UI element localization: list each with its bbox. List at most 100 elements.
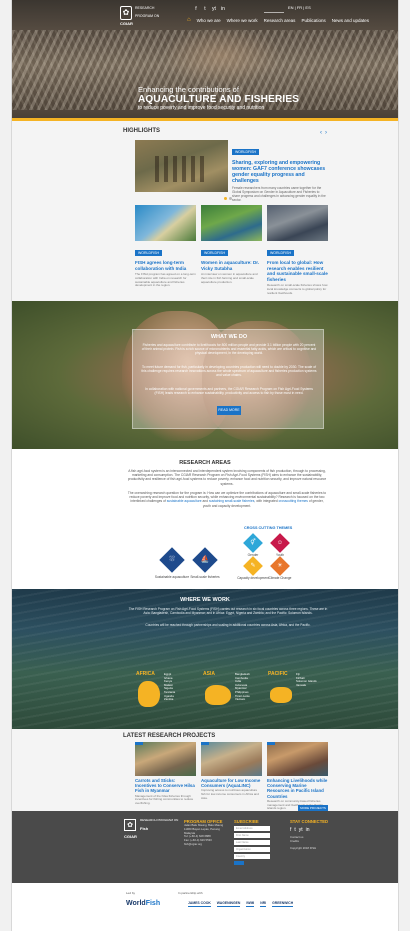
country-list: Egypt Ghana Kenya Malawi Nigeria Tanzani… <box>164 672 198 702</box>
program-office: PROGRAM OFFICE Jalan Batu Maung, Batu Ma… <box>184 819 223 847</box>
africa-map-icon <box>138 681 160 707</box>
small-scale-fisheries-button[interactable]: ⛵ <box>192 547 218 573</box>
highlight-main-excerpt: Female researchers from many countries c… <box>232 186 326 202</box>
sustainable-aquaculture-button[interactable]: ⛆ <box>159 547 185 573</box>
logo-cgiar: CGIAR <box>120 21 133 26</box>
fish-farm-icon: ⛆ <box>169 556 175 563</box>
carousel-dot[interactable] <box>224 197 227 200</box>
carousel-dots <box>224 197 232 200</box>
footer-logo[interactable]: ✿ RESEARCH PROGRAM ON Fish CGIAR <box>124 818 178 839</box>
youtube-icon[interactable]: yt <box>211 6 217 12</box>
country-select[interactable]: Country <box>234 854 270 859</box>
where-we-work-section: WHERE WE WORK The FISH Research Program … <box>12 589 398 729</box>
region-africa[interactable]: AFRICA Egypt Ghana Kenya Malawi Nigeria … <box>136 671 198 715</box>
project-card-title[interactable]: Carrots and Sticks: Incentives to Conser… <box>135 778 196 794</box>
home-icon[interactable]: ⌂ <box>187 17 191 23</box>
gender-icon: ⚥ <box>250 540 256 546</box>
highlight-card-tag: WORLDFISH <box>135 250 162 256</box>
climate-icon: ☀ <box>277 563 283 569</box>
highlight-card[interactable]: WORLDFISH Women in aquaculture: Dr. Vick… <box>201 205 262 295</box>
region-asia[interactable]: ASIA Bangladesh Cambodia India Indonesia… <box>203 671 265 715</box>
right-gutter <box>398 0 410 931</box>
organization-field[interactable]: Organization <box>234 847 270 852</box>
site-logo[interactable]: ✿ RESEARCH PROGRAM ON CGIAR <box>120 6 168 26</box>
partner-logo[interactable]: GREENWICH <box>272 901 294 907</box>
partner-logo[interactable]: NRI <box>260 901 267 907</box>
credits-link[interactable]: Credits <box>290 839 328 844</box>
project-card-image[interactable] <box>201 742 262 776</box>
project-card[interactable]: Enhancing Livelihoods while Conserving M… <box>267 742 328 811</box>
last-name-field[interactable]: Last Name <box>234 840 270 845</box>
footer: ✿ RESEARCH PROGRAM ON Fish CGIAR PROGRAM… <box>12 811 398 883</box>
linkedin-icon[interactable]: in <box>306 827 310 833</box>
what-we-do-box: WHAT WE DO Fisheries and aquaculture con… <box>132 329 324 429</box>
carousel-dot[interactable] <box>229 197 232 200</box>
theme-capacity-button[interactable]: ✎ <box>243 556 263 576</box>
twitter-icon[interactable]: t <box>294 827 295 833</box>
highlight-card-image[interactable] <box>267 205 328 241</box>
cgiar-logo-icon: ✿ <box>124 819 136 831</box>
highlight-main-title[interactable]: Sharing, exploring and empowering women:… <box>232 160 328 184</box>
project-card-title[interactable]: Enhancing Livelihoods while Conserving M… <box>267 778 328 799</box>
highlight-card-image[interactable] <box>135 205 196 241</box>
theme-gender-button[interactable]: ⚥ <box>243 533 263 553</box>
first-name-field[interactable]: First Name <box>234 833 270 838</box>
partner-logo[interactable]: WAGENINGEN <box>216 901 241 907</box>
what-we-do-title: WHAT WE DO <box>210 334 248 340</box>
highlight-card-title[interactable]: Women in aquaculture: Dr. Vicky Sutabha <box>201 260 262 271</box>
highlight-card[interactable]: WORLDFISH FISH agrees long-term collabor… <box>135 205 196 295</box>
sustainable-aquaculture-link[interactable]: sustainable aquaculture <box>167 499 202 503</box>
read-more-button[interactable]: READ MORE <box>217 406 241 415</box>
worldfish-logo[interactable]: WorldFish <box>126 900 160 907</box>
theme-climate-button[interactable]: ☀ <box>270 556 290 576</box>
email-field[interactable]: Email Address <box>234 826 270 831</box>
partner-logo[interactable]: IWMI <box>246 901 255 907</box>
partner-logo[interactable]: JAMES COOK <box>188 901 211 907</box>
project-card-title[interactable]: Aquaculture for Low Income Consumers (Aq… <box>201 778 262 788</box>
project-card-image[interactable] <box>267 742 328 776</box>
country[interactable]: Vanuatu <box>296 683 330 688</box>
region-pacific[interactable]: PACIFIC Fiji Kiribati Solomon Islands Va… <box>268 671 330 715</box>
partner-logos: JAMES COOK WAGENINGEN IWMI NRI GREENWICH <box>188 901 294 907</box>
research-areas-question: The overarching research question for th… <box>126 491 328 508</box>
nav-news[interactable]: News and updates <box>332 18 369 23</box>
facebook-icon[interactable]: f <box>290 827 291 833</box>
country[interactable]: Zambia <box>164 698 198 702</box>
country-list: Bangladesh Cambodia India Indonesia Myan… <box>235 672 269 702</box>
facebook-icon[interactable]: f <box>193 6 199 12</box>
research-areas-intro: A fish agri-food system is an interconne… <box>127 469 327 486</box>
country[interactable]: Vietnam <box>235 698 269 702</box>
project-card-image[interactable] <box>135 742 196 776</box>
nav-where-we-work[interactable]: Where we work <box>227 18 258 23</box>
highlight-main-image[interactable] <box>135 140 228 192</box>
nav-who-we-are[interactable]: Who we are <box>197 18 221 23</box>
subscribe-form: SUBSCRIBE Email Address First Name Last … <box>234 819 270 865</box>
research-question-text: , with integrated <box>254 499 278 504</box>
what-we-do-section: WHAT WE DO Fisheries and aquaculture con… <box>12 301 398 449</box>
nav-research-areas[interactable]: Research areas <box>264 18 296 23</box>
search-input[interactable] <box>264 5 284 13</box>
logo-line-1: RESEARCH <box>135 6 155 10</box>
subscribe-button[interactable] <box>234 861 244 865</box>
next-arrow-icon[interactable]: › <box>325 130 327 136</box>
highlights-section: HIGHLIGHTS ‹ › WORLDFISH Sharing, explor… <box>12 121 398 301</box>
highlight-card-title[interactable]: From local to global: How research enabl… <box>267 260 328 282</box>
nav-publications[interactable]: Publications <box>301 18 325 23</box>
youtube-icon[interactable]: yt <box>299 827 303 833</box>
crosscutting-themes-link[interactable]: crosscutting themes <box>279 499 308 503</box>
highlight-card[interactable]: WORLDFISH From local to global: How rese… <box>267 205 328 295</box>
capacity-icon: ✎ <box>250 563 256 569</box>
project-card[interactable]: Carrots and Sticks: Incentives to Conser… <box>135 742 196 811</box>
linkedin-icon[interactable]: in <box>220 6 226 12</box>
highlight-card-image[interactable] <box>201 205 262 241</box>
theme-youth-button[interactable]: ☺ <box>270 533 290 553</box>
email-link[interactable]: fish@cgiar.org <box>184 842 223 847</box>
project-cards: Carrots and Sticks: Incentives to Conser… <box>135 742 328 811</box>
highlight-card-title[interactable]: FISH agrees long-term collaboration with… <box>135 260 196 271</box>
language-switcher[interactable]: EN | FR | ES <box>288 5 311 10</box>
stay-connected: STAY CONNECTED f t yt in Contact us Cred… <box>290 819 328 850</box>
twitter-icon[interactable]: t <box>202 6 208 12</box>
project-card[interactable]: Aquaculture for Low Income Consumers (Aq… <box>201 742 262 811</box>
area-label: Small-scale fisheries <box>190 575 220 579</box>
prev-arrow-icon[interactable]: ‹ <box>320 130 322 136</box>
